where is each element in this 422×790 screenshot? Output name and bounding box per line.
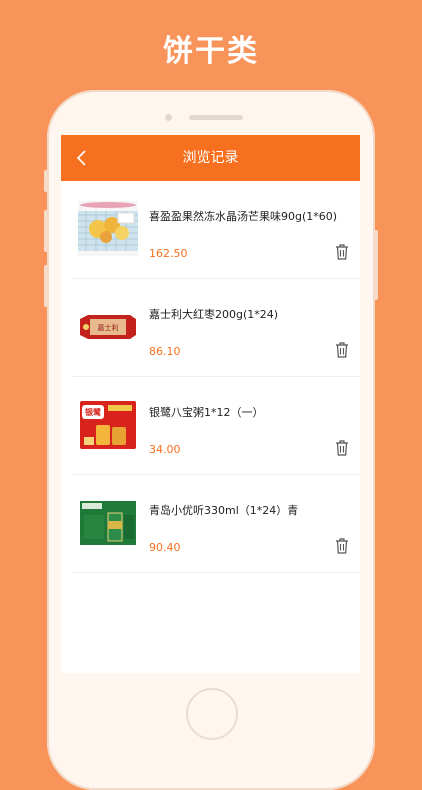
- item-name: 青岛小优听330ml（1*24）青: [149, 504, 299, 517]
- nav-title: 浏览记录: [182, 150, 239, 166]
- item-price: 86.10: [149, 345, 181, 358]
- item-name: 喜盈盈果然冻水晶汤芒果味90g(1*60): [149, 210, 338, 223]
- trash-icon[interactable]: [334, 439, 350, 457]
- list-item[interactable]: 青岛小优听330ml（1*24）青 90.40: [72, 475, 360, 573]
- item-name: 银鹭八宝粥1*12（一）: [149, 406, 264, 419]
- svg-text:嘉士利: 嘉士利: [98, 323, 119, 332]
- trash-icon[interactable]: [334, 243, 350, 261]
- trash-icon[interactable]: [334, 341, 350, 359]
- beer-case-image: [78, 495, 138, 550]
- history-list: 喜盈盈果然冻水晶汤芒果味90g(1*60) 162.50 嘉士利 嘉士利大红枣2…: [61, 181, 360, 573]
- biscuit-pack-image: 嘉士利: [78, 299, 138, 354]
- item-price: 34.00: [149, 443, 181, 456]
- list-item[interactable]: 喜盈盈果然冻水晶汤芒果味90g(1*60) 162.50: [72, 181, 360, 279]
- list-item[interactable]: 银鹭 银鹭八宝粥1*12（一） 34.00: [72, 377, 360, 475]
- item-price: 162.50: [149, 247, 188, 260]
- item-name: 嘉士利大红枣200g(1*24): [149, 308, 279, 321]
- camera-dot: [165, 114, 172, 121]
- promo-title: 饼干类: [163, 34, 259, 69]
- speaker-grille: [189, 115, 243, 120]
- item-price: 90.40: [149, 541, 181, 554]
- porridge-box-image: 银鹭: [78, 397, 138, 452]
- app-screen: 浏览记录 喜盈盈果然冻水晶汤芒果味90g(1*60) 162.50 嘉士利 嘉士…: [61, 135, 360, 673]
- home-button[interactable]: [186, 688, 238, 740]
- nav-bar: 浏览记录: [61, 135, 360, 181]
- svg-text:银鹭: 银鹭: [84, 407, 102, 417]
- trash-icon[interactable]: [334, 537, 350, 555]
- jelly-product-image: [78, 201, 138, 256]
- list-item[interactable]: 嘉士利 嘉士利大红枣200g(1*24) 86.10: [72, 279, 360, 377]
